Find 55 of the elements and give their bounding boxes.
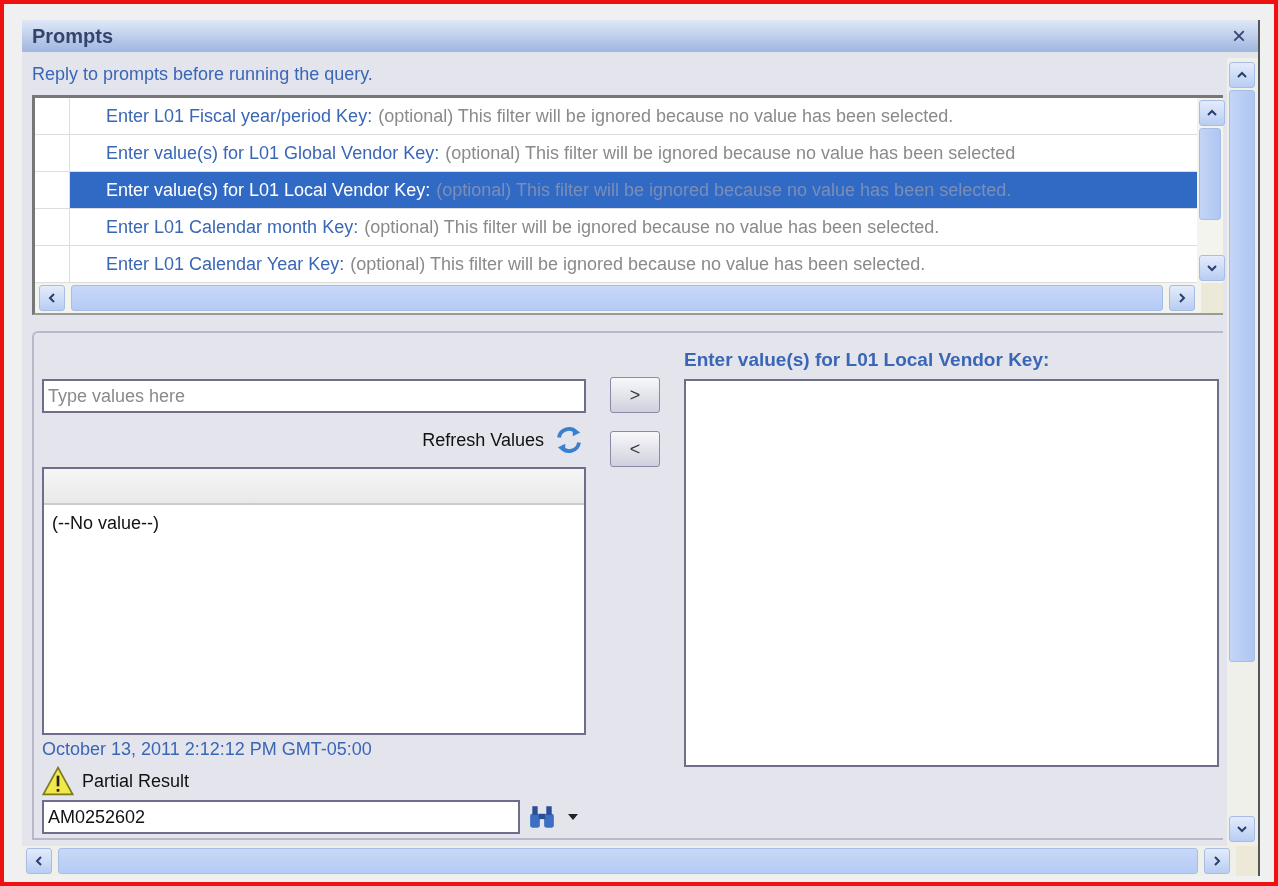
- scroll-thumb[interactable]: [71, 285, 1163, 311]
- prompt-note: (optional) This filter will be ignored because no value has been selected.: [436, 179, 1012, 201]
- values-input-field[interactable]: Type values here: [42, 379, 586, 413]
- scrollbar-corner: [1236, 846, 1258, 876]
- value-item[interactable]: (--No value--): [44, 505, 584, 542]
- prompt-label: Enter L01 Calendar month Key:: [106, 216, 359, 238]
- binoculars-icon[interactable]: [528, 804, 556, 830]
- scroll-left-button[interactable]: [26, 848, 52, 874]
- prompt-note: (optional) This filter will be ignored because no value has been selected: [445, 142, 1016, 164]
- scroll-up-button[interactable]: [1229, 62, 1255, 88]
- prompt-row[interactable]: Enter value(s) for L01 Local Vendor Key: (optional) This filter will be ignored because no value has been selected.: [70, 172, 1197, 208]
- prompt-label: Enter L01 Fiscal year/period Key:: [106, 105, 373, 127]
- prompt-note: (optional) This filter will be ignored because no value has been selected.: [378, 105, 954, 127]
- warning-icon: [42, 766, 74, 796]
- vertical-scrollbar[interactable]: [1197, 98, 1223, 283]
- close-button[interactable]: ×: [1228, 24, 1250, 48]
- prompt-row[interactable]: Enter L01 Calendar Year Key: (optional) This filter will be ignored because no value has been selected.: [70, 246, 1197, 282]
- chevron-right-icon: [1176, 292, 1188, 304]
- search-input-field[interactable]: AM0252602: [42, 800, 520, 834]
- chevron-left-icon: [33, 855, 45, 867]
- prompt-note: (optional) This filter will be ignored because no value has been selected.: [364, 216, 940, 238]
- refresh-values-link[interactable]: Refresh Values: [422, 429, 544, 451]
- scroll-up-button[interactable]: [1199, 100, 1225, 126]
- chevron-down-icon: [1206, 262, 1218, 274]
- scroll-thumb[interactable]: [58, 848, 1198, 874]
- horizontal-scrollbar[interactable]: [22, 846, 1258, 876]
- remove-button[interactable]: <: [610, 431, 660, 467]
- prompt-label: Enter value(s) for L01 Local Vendor Key:: [106, 179, 431, 201]
- prompt-row[interactable]: Enter value(s) for L01 Global Vendor Key: (optional) This filter will be ignored because no value has been selected: [70, 135, 1197, 171]
- scrollbar-corner: [1201, 283, 1223, 313]
- window-title: Prompts: [32, 24, 114, 48]
- chevron-left-icon: [46, 292, 58, 304]
- refresh-icon[interactable]: [554, 425, 584, 455]
- instruction-text: Reply to prompts before running the query.: [32, 63, 374, 86]
- chevron-right-icon: [1211, 855, 1223, 867]
- timestamp-text: October 13, 2011 2:12:12 PM GMT-05:00: [42, 738, 373, 760]
- scroll-left-button[interactable]: [39, 285, 65, 311]
- scroll-right-button[interactable]: [1204, 848, 1230, 874]
- scroll-down-button[interactable]: [1229, 816, 1255, 842]
- add-button[interactable]: >: [610, 377, 660, 413]
- caret-icon[interactable]: [568, 814, 578, 820]
- chevron-down-icon: [1236, 823, 1248, 835]
- vertical-scrollbar[interactable]: [1227, 58, 1258, 846]
- prompt-row[interactable]: Enter L01 Calendar month Key: (optional) This filter will be ignored because no value has been selected.: [70, 209, 1197, 245]
- prompt-row[interactable]: Enter L01 Fiscal year/period Key: (optional) This filter will be ignored because no value has been selected.: [70, 98, 1197, 134]
- horizontal-scrollbar[interactable]: [35, 283, 1223, 313]
- warning-text: Partial Result: [82, 770, 190, 792]
- scroll-thumb[interactable]: [1229, 90, 1255, 662]
- prompt-label: Enter value(s) for L01 Global Vendor Key:: [106, 142, 440, 164]
- scroll-thumb[interactable]: [1199, 128, 1221, 220]
- selected-values-heading: Enter value(s) for L01 Local Vendor Key:: [684, 348, 1051, 372]
- scroll-down-button[interactable]: [1199, 255, 1225, 281]
- scroll-right-button[interactable]: [1169, 285, 1195, 311]
- prompt-note: (optional) This filter will be ignored because no value has been selected.: [350, 253, 926, 275]
- prompt-label: Enter L01 Calendar Year Key:: [106, 253, 345, 275]
